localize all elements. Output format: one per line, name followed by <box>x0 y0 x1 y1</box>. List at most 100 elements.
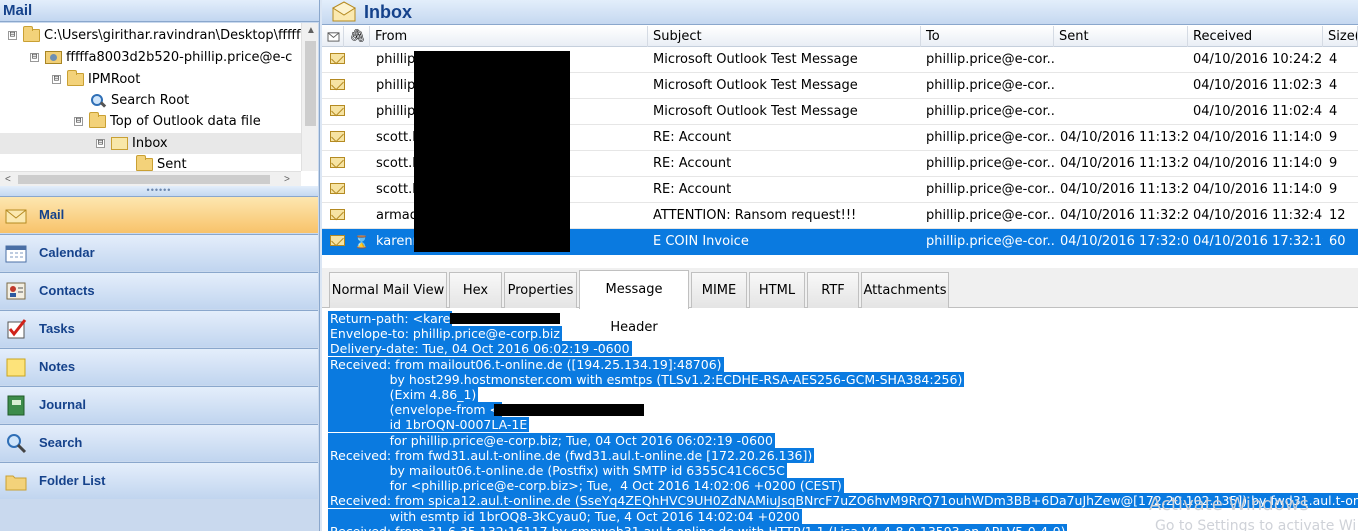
column-icon-header[interactable] <box>322 26 344 47</box>
sent-cell: 04/10/2016 11:13:28 <box>1060 130 1188 145</box>
nav-label: Folder List <box>39 473 106 488</box>
nav-label: Calendar <box>39 245 95 260</box>
subject-cell: RE: Account <box>653 156 732 171</box>
received-cell: 04/10/2016 11:02:40 <box>1193 104 1323 119</box>
scrollbar-thumb[interactable] <box>305 41 316 126</box>
tree-item-search-root[interactable]: Search Root <box>90 90 189 111</box>
nav-calendar[interactable]: Calendar <box>0 234 318 271</box>
size-cell: 9 <box>1329 130 1338 145</box>
header-line: Envelope-to: phillip.price@e-corp.biz <box>328 326 562 342</box>
navigation-pane-title: Mail <box>0 0 319 22</box>
size-cell: 4 <box>1329 104 1338 119</box>
envelope-icon <box>330 235 345 246</box>
subject-cell: Microsoft Outlook Test Message <box>653 78 858 93</box>
received-cell: 04/10/2016 11:02:30 <box>1193 78 1323 93</box>
scroll-left-icon[interactable]: < <box>5 172 11 186</box>
column-sent[interactable]: Sent <box>1054 26 1188 47</box>
to-cell: phillip.price@e-cor... <box>926 182 1054 197</box>
nav-folder-list[interactable]: Folder List <box>0 462 318 499</box>
tree-vertical-scrollbar[interactable]: ▲ <box>301 23 318 171</box>
column-size[interactable]: Size( <box>1323 26 1358 47</box>
subject-cell: Microsoft Outlook Test Message <box>653 104 858 119</box>
nav-notes[interactable]: Notes <box>0 348 318 385</box>
column-to[interactable]: To <box>921 26 1054 47</box>
folder-title: Inbox <box>364 2 412 22</box>
nav-label: Journal <box>39 397 86 412</box>
tab-mime[interactable]: MIME <box>691 272 747 308</box>
activate-windows-subtext: Go to Settings to activate Wi <box>1155 518 1357 531</box>
pst-file-icon <box>45 51 62 64</box>
journal-icon <box>7 395 25 416</box>
scrollbar-thumb[interactable] <box>18 175 270 184</box>
sent-cell <box>1060 73 1188 98</box>
contacts-icon <box>6 282 26 300</box>
tab-normal-mail-view[interactable]: Normal Mail View <box>329 272 447 308</box>
navigation-pane: Mail ⊟ C:\Users\girithar.ravindran\Deskto… <box>0 0 320 531</box>
nav-journal[interactable]: Journal <box>0 386 318 423</box>
tree-horizontal-scrollbar[interactable]: < > <box>0 171 301 186</box>
header-line: (Exim 4.86_1) <box>328 387 479 402</box>
nav-tasks[interactable]: Tasks <box>0 310 318 347</box>
tab-attachments[interactable]: Attachments <box>861 272 949 308</box>
tab-html[interactable]: HTML <box>749 272 805 308</box>
content-pane: Inbox 🖇 From Subject To Sent Received Si… <box>322 0 1358 531</box>
column-attachment-header[interactable]: 🖇 <box>344 26 370 47</box>
attachment-icon: ⌛ <box>354 235 369 249</box>
tree-item-pst[interactable]: ⊟ fffffa8003d2b520-phillip.price@e-c <box>30 47 292 68</box>
search-icon <box>90 94 107 107</box>
sent-cell: 04/10/2016 17:32:04 <box>1060 234 1188 249</box>
nav-label: Mail <box>39 207 65 222</box>
header-line: Delivery-date: Tue, 04 Oct 2016 06:02:19… <box>328 341 632 357</box>
folder-icon <box>67 70 84 86</box>
envelope-icon <box>330 157 345 168</box>
sent-cell: 04/10/2016 11:13:28 <box>1060 156 1188 171</box>
column-from[interactable]: From <box>370 26 648 47</box>
collapse-icon[interactable]: ⊟ <box>30 53 39 62</box>
header-line: by mailout06.t-online.de (Postfix) with … <box>328 463 787 478</box>
folder-list-icon <box>5 475 27 491</box>
tree-item-root-path[interactable]: ⊟ C:\Users\girithar.ravindran\Desktop\fff… <box>8 25 301 46</box>
subject-cell: Microsoft Outlook Test Message <box>653 52 858 67</box>
tree-item-top-of-outlook[interactable]: ⊟ Top of Outlook data file <box>74 111 261 132</box>
collapse-icon[interactable]: ⊟ <box>96 139 105 148</box>
size-cell: 60 <box>1329 234 1346 249</box>
nav-label: Notes <box>39 359 76 374</box>
column-received[interactable]: Received <box>1188 26 1323 47</box>
collapse-icon[interactable]: ⊟ <box>52 75 61 84</box>
header-line: by host299.hostmonster.com with esmtps (… <box>328 371 965 387</box>
nav-mail[interactable]: Mail <box>0 196 318 233</box>
column-subject[interactable]: Subject <box>648 26 921 47</box>
tasks-icon <box>7 319 27 339</box>
scroll-up-icon[interactable]: ▲ <box>306 23 316 38</box>
redaction-block <box>450 313 560 324</box>
envelope-icon <box>330 53 345 64</box>
view-tab-bar: Normal Mail View Hex Properties Message … <box>322 268 1358 335</box>
size-cell: 9 <box>1329 156 1338 171</box>
subject-cell: E COIN Invoice <box>653 234 749 249</box>
nav-contacts[interactable]: Contacts <box>0 272 318 309</box>
header-line: for phillip.price@e-corp.biz; Tue, 04 Oc… <box>328 432 775 448</box>
subject-cell: ATTENTION: Ransom request!!! <box>653 208 857 223</box>
scroll-right-icon[interactable]: > <box>284 172 290 186</box>
tree-item-label: fffffa8003d2b520-phillip.price@e-c <box>66 50 293 65</box>
paperclip-icon: 🖇 <box>349 29 366 44</box>
received-cell: 04/10/2016 11:14:05 <box>1193 156 1323 171</box>
message-list-header: 🖇 From Subject To Sent Received Size( <box>322 26 1358 47</box>
tree-item-label: IPMRoot <box>88 72 141 87</box>
tab-hex[interactable]: Hex <box>449 272 502 308</box>
pane-splitter[interactable]: •••••• <box>0 186 318 196</box>
tree-item-inbox[interactable]: ⊟ Inbox <box>0 133 301 154</box>
tab-properties[interactable]: Properties <box>504 272 577 308</box>
tree-item-ipmroot[interactable]: ⊟ IPMRoot <box>52 69 140 90</box>
tab-rtf[interactable]: RTF <box>807 272 859 308</box>
collapse-icon[interactable]: ⊟ <box>74 117 83 126</box>
calendar-icon <box>5 245 27 263</box>
tree-item-sent[interactable]: Sent <box>136 154 187 171</box>
subject-cell: RE: Account <box>653 130 732 145</box>
redaction-block <box>414 51 570 252</box>
tab-message-header[interactable]: Message Header <box>579 270 689 335</box>
notes-icon <box>6 358 26 377</box>
collapse-icon[interactable]: ⊟ <box>8 31 17 40</box>
envelope-icon <box>330 79 345 90</box>
nav-search[interactable]: Search <box>0 424 318 461</box>
